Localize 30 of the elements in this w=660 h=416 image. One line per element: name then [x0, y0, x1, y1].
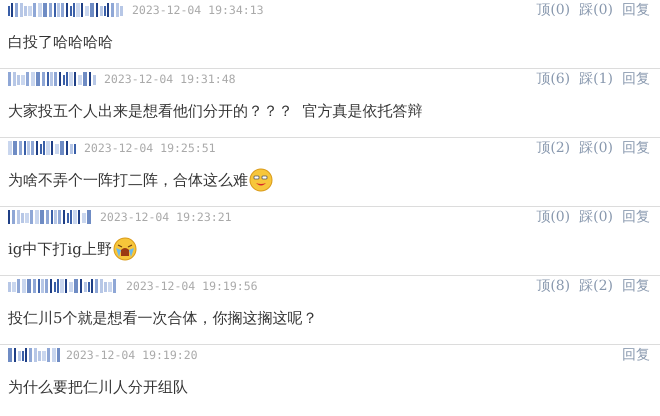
comment-time: 2023-12-04 19:34:13	[132, 3, 264, 17]
comment-time: 2023-12-04 19:25:51	[84, 141, 216, 155]
comment-text: 大家投五个人出来是想看他们分开的？？？ 官方真是依托答辩	[8, 102, 423, 120]
comment-time: 2023-12-04 19:19:56	[126, 279, 258, 293]
smiley-glasses-icon	[249, 168, 273, 192]
downvote-link[interactable]: 踩(2)	[579, 277, 613, 295]
downvote-link[interactable]: 踩(0)	[579, 1, 613, 19]
comment-time: 2023-12-04 19:23:21	[100, 210, 232, 224]
reply-link[interactable]: 回复	[622, 346, 650, 364]
reply-link[interactable]: 回复	[622, 1, 650, 19]
comment-text: 投仁川5个就是想看一次合体，你搁这搁这呢？	[8, 308, 318, 328]
upvote-link[interactable]: 顶(0)	[536, 208, 570, 226]
crying-face-icon	[112, 237, 137, 261]
reply-link[interactable]: 回复	[622, 70, 650, 88]
comment-time: 2023-12-04 19:19:20	[66, 348, 198, 362]
upvote-link[interactable]: 顶(2)	[536, 139, 570, 157]
reply-link[interactable]: 回复	[622, 277, 650, 295]
comment-text: ig中下打ig上野	[8, 240, 112, 258]
upvote-link[interactable]: 顶(0)	[536, 1, 570, 19]
downvote-link[interactable]: 踩(1)	[579, 70, 613, 88]
comment-text: 为啥不弄个一阵打二阵，合体这么难	[8, 170, 248, 190]
reply-link[interactable]: 回复	[622, 208, 650, 226]
upvote-link[interactable]: 顶(8)	[536, 277, 570, 295]
downvote-link[interactable]: 踩(0)	[579, 208, 613, 226]
comment-text: 为什么要把仁川人分开组队	[8, 378, 188, 396]
comment-time: 2023-12-04 19:31:48	[104, 72, 236, 86]
reply-link[interactable]: 回复	[622, 139, 650, 157]
upvote-link[interactable]: 顶(6)	[536, 70, 570, 88]
comment-text: 白投了哈哈哈哈	[8, 32, 113, 52]
downvote-link[interactable]: 踩(0)	[579, 139, 613, 157]
